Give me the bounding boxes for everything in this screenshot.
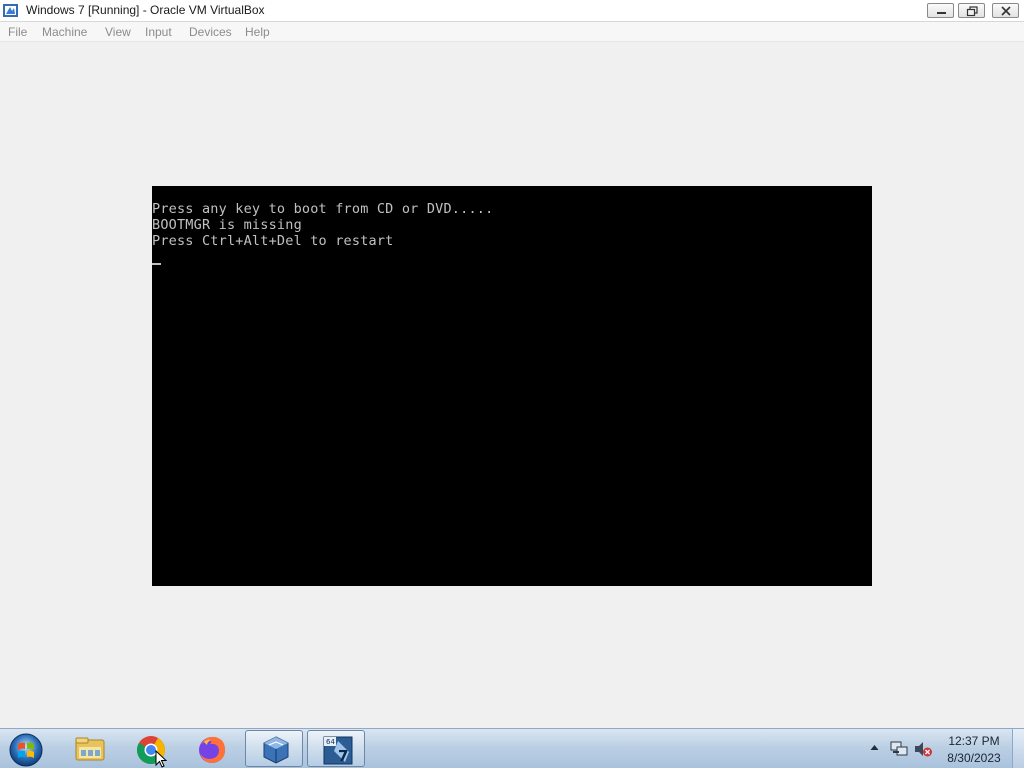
restore-button[interactable] [958,3,985,18]
menu-devices[interactable]: Devices [189,25,232,39]
windows-start-orb-icon[interactable] [6,731,46,767]
window-title: Windows 7 [Running] - Oracle VM VirtualB… [26,3,265,17]
console-line-bootmgr-missing: BOOTMGR is missing [152,217,302,233]
file-explorer-icon [75,737,105,761]
mouse-pointer-icon [155,750,167,768]
taskbar-virtualbox-button[interactable] [245,730,303,767]
console-line-restart: Press Ctrl+Alt+Del to restart [152,233,394,249]
firefox-icon [199,736,225,763]
show-desktop-button[interactable] [1012,729,1024,768]
taskbar-explorer-button[interactable] [60,730,118,767]
virtualbox-app-icon [3,4,18,17]
console-cursor [152,263,161,265]
minimize-icon [937,12,946,14]
menu-file[interactable]: File [8,25,27,39]
clock-time: 12:37 PM [948,734,1000,748]
show-hidden-icons-chevron-icon[interactable] [870,744,879,751]
close-icon [1001,6,1011,16]
taskbar-firefox-button[interactable] [182,730,240,767]
system-clock[interactable]: 12:37 PM 8/30/2023 [938,733,1010,767]
menu-machine[interactable]: Machine [42,25,87,39]
console-line-boot-prompt: Press any key to boot from CD or DVD....… [152,201,494,217]
svg-text:64: 64 [326,738,335,746]
close-button[interactable] [992,3,1019,18]
clock-date: 8/30/2023 [947,751,1001,765]
taskbar-chrome-button[interactable] [121,730,179,767]
taskbar-windows7-vm-button[interactable]: 64 7 [307,730,365,767]
menu-view[interactable]: View [105,25,131,39]
menu-help[interactable]: Help [245,25,270,39]
virtualbox-icon [263,736,289,764]
menu-input[interactable]: Input [145,25,172,39]
network-icon[interactable] [889,739,909,759]
svg-text:7: 7 [338,747,348,765]
volume-muted-icon[interactable] [913,739,933,759]
restore-icon [966,6,978,17]
title-bar[interactable]: Windows 7 [Running] - Oracle VM VirtualB… [0,0,1024,22]
minimize-button[interactable] [927,3,954,18]
menu-bar: File Machine View Input Devices Help [0,22,1024,42]
vm-display[interactable]: Press any key to boot from CD or DVD....… [152,186,872,586]
windows7-vm-icon: 64 7 [323,736,353,765]
